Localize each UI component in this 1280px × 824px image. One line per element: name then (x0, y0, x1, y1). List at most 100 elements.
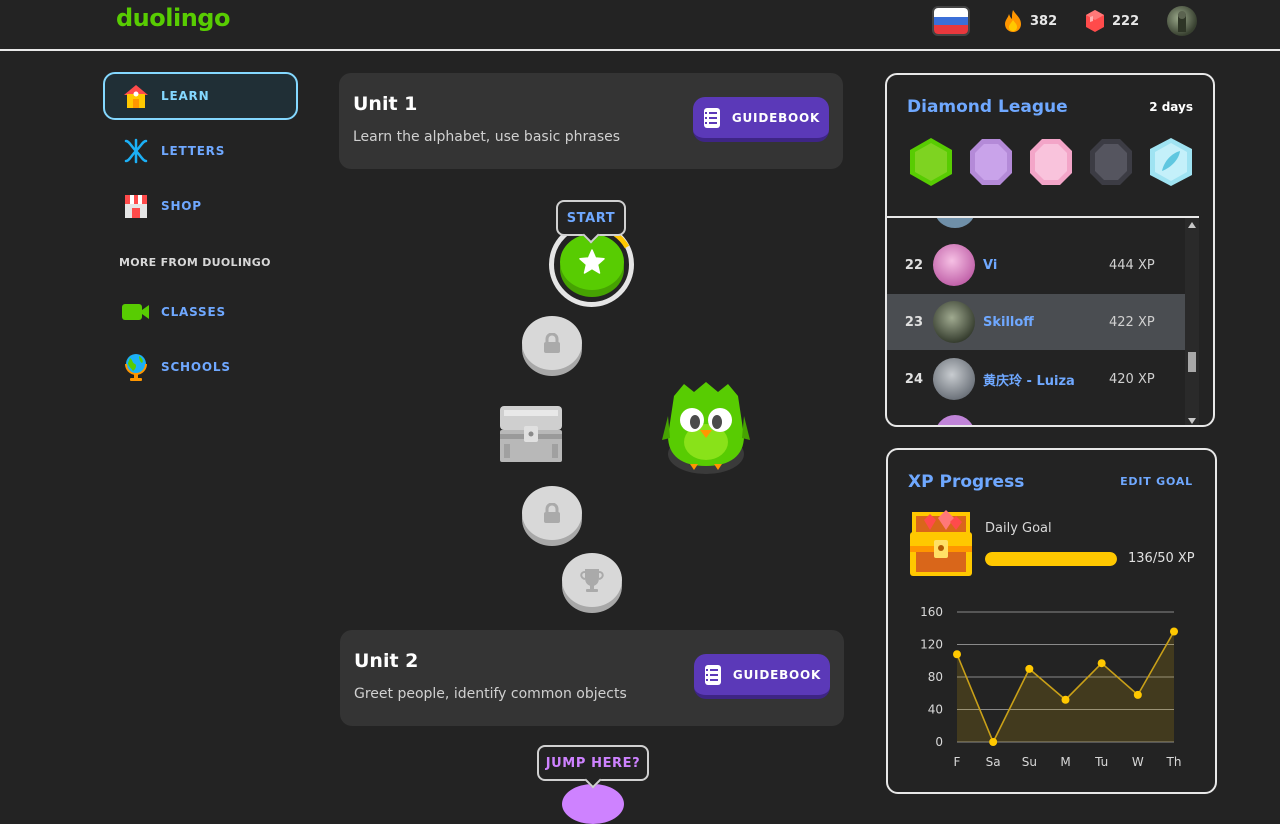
y-tick-label: 0 (935, 735, 943, 749)
leaderboard-row[interactable]: 24 黄庆玲 - Luiza 420 XP (887, 351, 1199, 407)
globe-icon (121, 352, 151, 382)
start-tooltip[interactable]: START (556, 200, 626, 236)
sidebar: LEARN LETTERS SHOP MORE FROM DUOLINGO CL… (103, 72, 298, 398)
russian-flag-icon[interactable] (932, 6, 970, 36)
pearl-league-icon (1030, 139, 1072, 185)
lock-icon (544, 333, 560, 353)
avatar (933, 301, 975, 343)
scroll-thumb[interactable] (1188, 352, 1196, 372)
start-label: START (566, 210, 616, 226)
unit-title: Unit 1 (353, 93, 418, 115)
sidebar-item-shop[interactable]: SHOP (103, 182, 298, 230)
xp-data-point (1170, 627, 1178, 636)
gem-count: 222 (1112, 13, 1140, 29)
y-tick-label: 80 (928, 670, 943, 684)
y-tick-label: 160 (920, 605, 943, 619)
streak-counter[interactable]: 382 (1002, 9, 1057, 33)
unit-2-first-lesson[interactable] (562, 784, 624, 824)
diamond-league-icon (1150, 138, 1192, 186)
leaderboard-rank: 24 (904, 371, 923, 387)
x-tick-label: W (1132, 755, 1144, 769)
sidebar-item-label: SCHOOLS (161, 360, 231, 374)
sidebar-item-label: LETTERS (161, 144, 226, 158)
y-tick-label: 40 (928, 703, 943, 717)
unit-description: Learn the alphabet, use basic phrases (353, 129, 621, 145)
sidebar-item-label: LEARN (161, 89, 210, 103)
gems-counter[interactable]: 222 (1084, 9, 1139, 33)
top-bar: duolingo 382 222 (0, 0, 1280, 51)
duolingo-logo[interactable]: duolingo (116, 4, 230, 32)
scroll-down-icon[interactable] (1188, 418, 1196, 424)
leaderboard-row[interactable]: 22 Vi 444 XP (887, 237, 1199, 293)
avatar (935, 218, 975, 228)
league-title[interactable]: Diamond League (907, 97, 1068, 117)
cyrillic-letter-icon (121, 136, 151, 166)
guidebook-label: GUIDEBOOK (732, 667, 822, 682)
guidebook-button[interactable]: GUIDEBOOK (694, 654, 830, 699)
unit-description: Greet people, identify common objects (354, 686, 627, 702)
xp-data-point (1133, 690, 1142, 699)
xp-data-point (989, 738, 998, 746)
guidebook-icon (704, 664, 721, 685)
guidebook-icon (703, 107, 720, 128)
streak-count: 382 (1030, 13, 1058, 29)
x-tick-label: Tu (1094, 755, 1108, 769)
gem-icon (1086, 10, 1104, 32)
xp-data-point (1025, 664, 1034, 673)
shop-icon (121, 191, 151, 221)
guidebook-label: GUIDEBOOK (731, 110, 821, 125)
xp-line-chart: 160 120 80 40 0F Sa Su M Tu W Th (920, 605, 1182, 769)
scroll-up-icon[interactable] (1188, 222, 1196, 228)
x-tick-label: Th (1166, 755, 1182, 769)
sidebar-item-label: SHOP (161, 199, 202, 213)
trophy-icon (580, 569, 604, 592)
avatar (933, 358, 975, 400)
x-tick-label: Su (1022, 755, 1037, 769)
star-icon (579, 249, 605, 274)
profile-avatar[interactable] (1167, 6, 1197, 36)
guidebook-button[interactable]: GUIDEBOOK (693, 97, 829, 142)
avatar (935, 415, 975, 425)
x-tick-label: F (954, 755, 961, 769)
xp-area (957, 631, 1174, 742)
leaderboard-name: Skilloff (983, 314, 1034, 330)
amethyst-league-icon (970, 139, 1012, 185)
sidebar-item-schools[interactable]: SCHOOLS (103, 343, 298, 391)
leaderboard-name: 黄庆玲 - Luiza (983, 373, 1075, 389)
sidebar-item-label: CLASSES (161, 305, 226, 319)
unit-2-header: Unit 2 Greet people, identify common obj… (340, 630, 844, 726)
leaderboard-scrollbar[interactable] (1185, 218, 1199, 425)
league-card: Diamond League 2 days 22 Vi 444 XP 23 Sk… (885, 73, 1215, 427)
leaderboard-name: Vi (983, 257, 998, 273)
x-tick-label: Sa (986, 755, 1001, 769)
leaderboard-rank: 23 (904, 314, 923, 330)
treasure-chest-icon[interactable] (496, 404, 566, 464)
x-tick-label: M (1060, 755, 1070, 769)
league-time-left: 2 days (1149, 100, 1193, 114)
jump-here-label: JUMP HERE? (545, 755, 641, 771)
lock-icon (544, 503, 560, 523)
leaderboard-rank: 22 (904, 257, 923, 273)
unit-title: Unit 2 (354, 650, 419, 672)
home-icon (121, 81, 151, 111)
locked-lesson-button[interactable] (522, 486, 582, 540)
avatar (933, 244, 975, 286)
obsidian-league-icon (1090, 139, 1132, 185)
xp-data-point (1061, 695, 1070, 704)
y-tick-label: 120 (920, 638, 943, 652)
sidebar-item-letters[interactable]: LETTERS (103, 127, 298, 175)
leaderboard-row-current-user[interactable]: 23 Skilloff 422 XP (887, 294, 1199, 350)
locked-lesson-button[interactable] (522, 316, 582, 370)
xp-progress-card: XP Progress EDIT GOAL Daily Goal 136/50 … (886, 448, 1217, 794)
duo-owl-mascot (660, 376, 752, 478)
jump-here-tooltip[interactable]: JUMP HERE? (537, 745, 649, 781)
camera-icon (121, 297, 151, 327)
unit-trophy-button[interactable] (562, 553, 622, 607)
leaderboard-list[interactable]: 22 Vi 444 XP 23 Skilloff 422 XP 24 黄庆玲 -… (887, 216, 1199, 425)
unit-1-header: Unit 1 Learn the alphabet, use basic phr… (339, 73, 843, 169)
xp-data-point (1097, 659, 1106, 668)
sidebar-item-learn[interactable]: LEARN (103, 72, 298, 120)
sidebar-item-classes[interactable]: CLASSES (103, 288, 298, 336)
xp-data-point (953, 650, 961, 659)
more-from-duolingo-heading: MORE FROM DUOLINGO (119, 256, 271, 269)
